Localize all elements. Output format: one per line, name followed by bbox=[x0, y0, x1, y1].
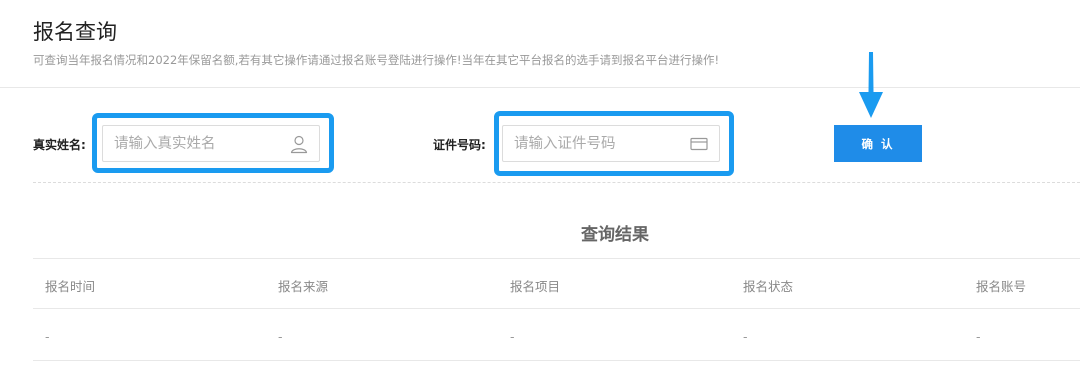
name-input[interactable] bbox=[103, 126, 273, 161]
table-cell: - bbox=[278, 329, 283, 344]
column-header-source: 报名来源 bbox=[278, 279, 329, 294]
table-cell: - bbox=[510, 329, 515, 344]
table-divider bbox=[33, 258, 1080, 259]
table-divider bbox=[33, 308, 1080, 309]
confirm-button[interactable]: 确 认 bbox=[834, 125, 922, 162]
table-cell: - bbox=[45, 329, 50, 344]
page-title: 报名查询 bbox=[33, 20, 117, 44]
header-divider bbox=[0, 87, 1080, 88]
column-header-status: 报名状态 bbox=[743, 279, 794, 294]
form-divider bbox=[33, 182, 1080, 183]
table-divider bbox=[33, 360, 1080, 361]
name-field[interactable] bbox=[102, 125, 320, 162]
id-number-input[interactable] bbox=[503, 126, 673, 161]
name-label: 真实姓名: bbox=[33, 138, 86, 152]
down-arrow-icon bbox=[859, 52, 883, 118]
id-number-field[interactable] bbox=[502, 125, 720, 162]
user-icon bbox=[290, 135, 308, 154]
results-title: 查询结果 bbox=[581, 225, 649, 245]
page-description: 可查询当年报名情况和2022年保留名额,若有其它操作请通过报名账号登陆进行操作!… bbox=[33, 53, 720, 67]
column-header-time: 报名时间 bbox=[45, 279, 96, 294]
table-cell: - bbox=[976, 329, 981, 344]
column-header-event: 报名项目 bbox=[510, 279, 561, 294]
table-cell: - bbox=[743, 329, 748, 344]
id-card-icon bbox=[690, 137, 708, 151]
id-label: 证件号码: bbox=[433, 138, 486, 152]
column-header-account: 报名账号 bbox=[976, 279, 1027, 294]
